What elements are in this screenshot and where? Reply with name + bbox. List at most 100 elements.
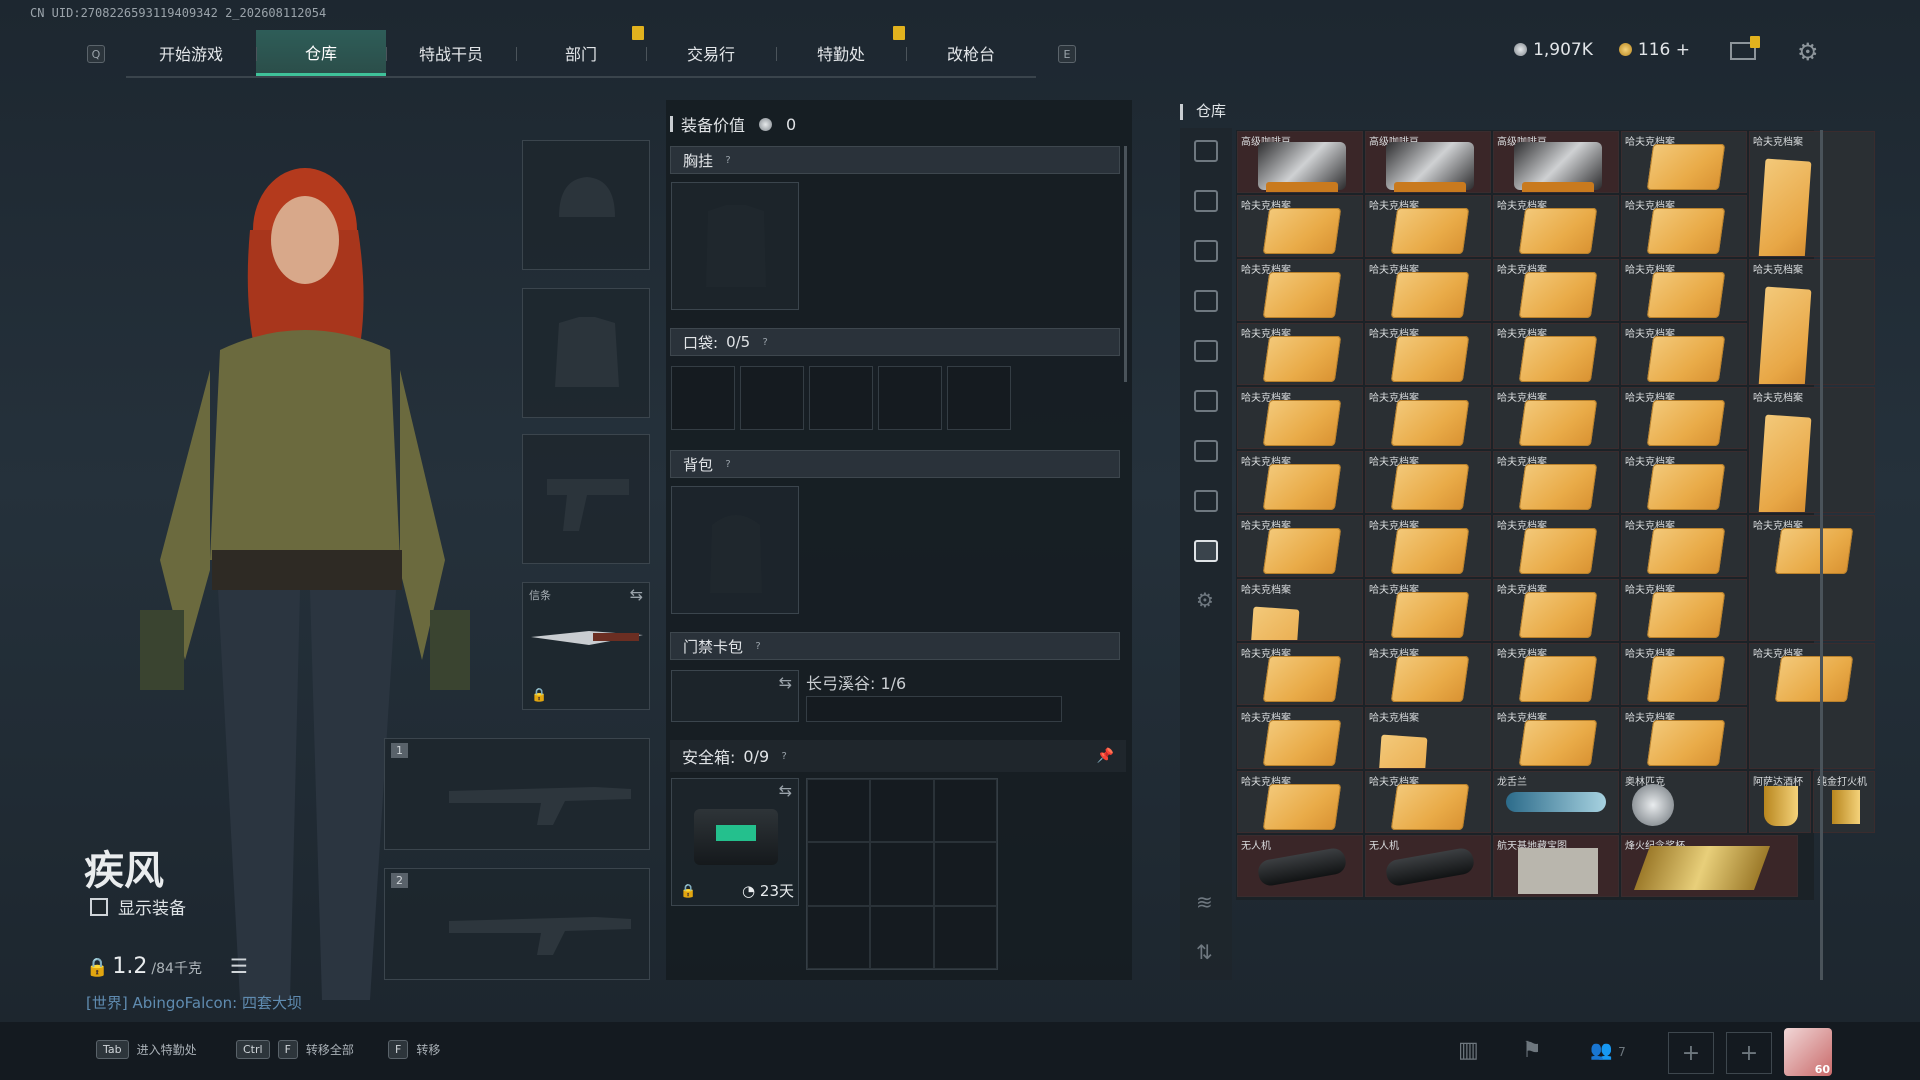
pocket-slot[interactable] (878, 366, 942, 430)
warehouse-tab-3-icon[interactable] (1194, 290, 1218, 312)
help-icon[interactable]: ? (777, 749, 791, 763)
warehouse-item[interactable]: 哈夫克档案 (1749, 131, 1875, 257)
safebox-cell[interactable] (870, 779, 934, 843)
warehouse-item[interactable]: 哈夫克档案 (1365, 771, 1491, 833)
loadout-scrollbar[interactable] (1124, 146, 1127, 382)
warehouse-item[interactable]: 哈夫克档案 (1237, 771, 1363, 833)
warehouse-tab-6-icon[interactable] (1194, 440, 1218, 462)
warehouse-item[interactable]: 哈夫克档案 (1365, 451, 1491, 513)
nav-next-key[interactable]: E (1058, 45, 1076, 63)
backpack-slot[interactable] (671, 486, 799, 614)
warehouse-item[interactable]: 无人机 (1365, 835, 1491, 897)
tab-start-game[interactable]: 开始游戏 (126, 30, 256, 76)
warehouse-scrollbar[interactable] (1820, 130, 1823, 980)
warehouse-item[interactable]: 哈夫克档案 (1493, 259, 1619, 321)
player-avatar[interactable]: 60 (1784, 1028, 1832, 1076)
chest-rig-slot[interactable] (671, 182, 799, 310)
warehouse-item[interactable]: 高级咖啡豆 (1365, 131, 1491, 193)
warehouse-item[interactable]: 哈夫克档案 (1365, 195, 1491, 257)
warehouse-item[interactable]: 哈夫克档案 (1237, 707, 1363, 769)
warehouse-item[interactable]: 哈夫克档案 (1365, 323, 1491, 385)
list-icon[interactable]: ☰ (230, 954, 248, 978)
tab-special-ops[interactable]: 特勤处 (776, 30, 906, 76)
safebox-cell[interactable] (807, 905, 871, 969)
safebox-cell[interactable] (870, 905, 934, 969)
melee-slot[interactable]: 信条 ⇆ 🔒 (522, 582, 650, 710)
friends-icon[interactable]: 👥 7 (1590, 1040, 1626, 1061)
warehouse-tab-7-icon[interactable] (1194, 490, 1218, 512)
warehouse-item[interactable]: 哈夫克档案 (1621, 451, 1747, 513)
warehouse-item[interactable]: 阿萨达酒杯 (1749, 771, 1811, 833)
warehouse-item[interactable]: 龙舌兰 (1493, 771, 1619, 833)
transfer-all-hint[interactable]: Ctrl F 转移全部 (236, 1040, 354, 1059)
warehouse-item[interactable]: 哈夫克档案 (1493, 387, 1619, 449)
warehouse-item[interactable]: 哈夫克档案 (1237, 643, 1363, 705)
safebox-cell[interactable] (807, 779, 871, 843)
safebox-cell[interactable] (807, 842, 871, 906)
safebox-cell[interactable] (933, 842, 997, 906)
flag-icon[interactable]: ⚑ (1522, 1038, 1542, 1063)
show-equipment-checkbox[interactable] (90, 897, 108, 916)
warehouse-item[interactable]: 哈夫克档案 (1749, 643, 1875, 769)
warehouse-item[interactable]: 哈夫克档案 (1365, 579, 1491, 641)
tab-operators[interactable]: 特战干员 (386, 30, 516, 76)
enter-special-ops-hint[interactable]: Tab 进入特勤处 (96, 1040, 197, 1059)
add-slot-button[interactable]: + (1726, 1032, 1772, 1074)
warehouse-item[interactable]: 奥林匹克 (1621, 771, 1747, 833)
tab-trading[interactable]: 交易行 (646, 30, 776, 76)
tab-gunsmith[interactable]: 改枪台 (906, 30, 1036, 76)
help-icon[interactable]: ? (721, 457, 735, 471)
warehouse-item[interactable]: 哈夫克档案 (1365, 259, 1491, 321)
warehouse-item[interactable]: 哈夫克档案 (1621, 259, 1747, 321)
help-icon[interactable]: ? (721, 153, 735, 167)
transfer-hint[interactable]: F 转移 (388, 1040, 440, 1059)
warehouse-item[interactable]: 哈夫克档案 (1237, 515, 1363, 577)
tab-warehouse[interactable]: 仓库 (256, 30, 386, 76)
help-icon[interactable]: ? (758, 335, 772, 349)
warehouse-item[interactable]: 哈夫克档案 (1621, 131, 1747, 193)
settings-gear-icon[interactable]: ⚙ (1797, 38, 1819, 66)
warehouse-item[interactable]: 哈夫克档案 (1493, 579, 1619, 641)
pistol-slot[interactable] (522, 434, 650, 564)
stats-chart-icon[interactable]: ▥ (1458, 1038, 1479, 1063)
warehouse-item[interactable]: 哈夫克档案 (1237, 579, 1363, 641)
warehouse-item[interactable]: 航天基地藏宝图 (1493, 835, 1619, 897)
warehouse-item[interactable]: 哈夫克档案 (1365, 515, 1491, 577)
warehouse-tab-1-icon[interactable] (1194, 190, 1218, 212)
warehouse-item[interactable]: 哈夫克档案 (1493, 515, 1619, 577)
warehouse-item[interactable]: 烽火纪念奖杯 (1621, 835, 1799, 897)
warehouse-item[interactable]: 哈夫克档案 (1621, 579, 1747, 641)
layers-icon[interactable]: ≋ (1196, 890, 1213, 914)
keycard-storage[interactable] (806, 696, 1062, 722)
safebox-cell[interactable] (870, 842, 934, 906)
help-icon[interactable]: ? (751, 639, 765, 653)
warehouse-tab-active-icon[interactable] (1194, 540, 1218, 562)
keycard-slot[interactable]: ⇆ (671, 670, 799, 722)
warehouse-tab-2-icon[interactable] (1194, 240, 1218, 262)
warehouse-item[interactable]: 哈夫克档案 (1493, 195, 1619, 257)
swap-icon[interactable]: ⇆ (630, 585, 643, 604)
warehouse-item[interactable]: 哈夫克档案 (1621, 387, 1747, 449)
pocket-slot[interactable] (809, 366, 873, 430)
pocket-slot[interactable] (740, 366, 804, 430)
primary-weapon-slot-1[interactable]: 1 (384, 738, 650, 850)
warehouse-item[interactable]: 哈夫克档案 (1237, 195, 1363, 257)
warehouse-item[interactable]: 哈夫克档案 (1493, 707, 1619, 769)
helmet-slot[interactable] (522, 140, 650, 270)
warehouse-item[interactable]: 哈夫克档案 (1365, 643, 1491, 705)
warehouse-item[interactable]: 哈夫克档案 (1749, 259, 1875, 385)
tab-department[interactable]: 部门 (516, 30, 646, 76)
warehouse-item[interactable]: 哈夫克档案 (1237, 451, 1363, 513)
add-slot-button[interactable]: + (1668, 1032, 1714, 1074)
warehouse-tab-4-icon[interactable] (1194, 340, 1218, 362)
warehouse-item[interactable]: 哈夫克档案 (1749, 387, 1875, 513)
warehouse-settings-icon[interactable]: ⚙ (1196, 588, 1214, 612)
sort-icon[interactable]: ⇅ (1196, 940, 1213, 964)
nav-prev-key[interactable]: Q (87, 45, 105, 63)
warehouse-item[interactable]: 哈夫克档案 (1237, 323, 1363, 385)
warehouse-all-icon[interactable] (1194, 140, 1218, 162)
warehouse-item[interactable]: 哈夫克档案 (1621, 323, 1747, 385)
pocket-slot[interactable] (947, 366, 1011, 430)
armor-slot[interactable] (522, 288, 650, 418)
warehouse-item[interactable]: 哈夫克档案 (1365, 707, 1491, 769)
